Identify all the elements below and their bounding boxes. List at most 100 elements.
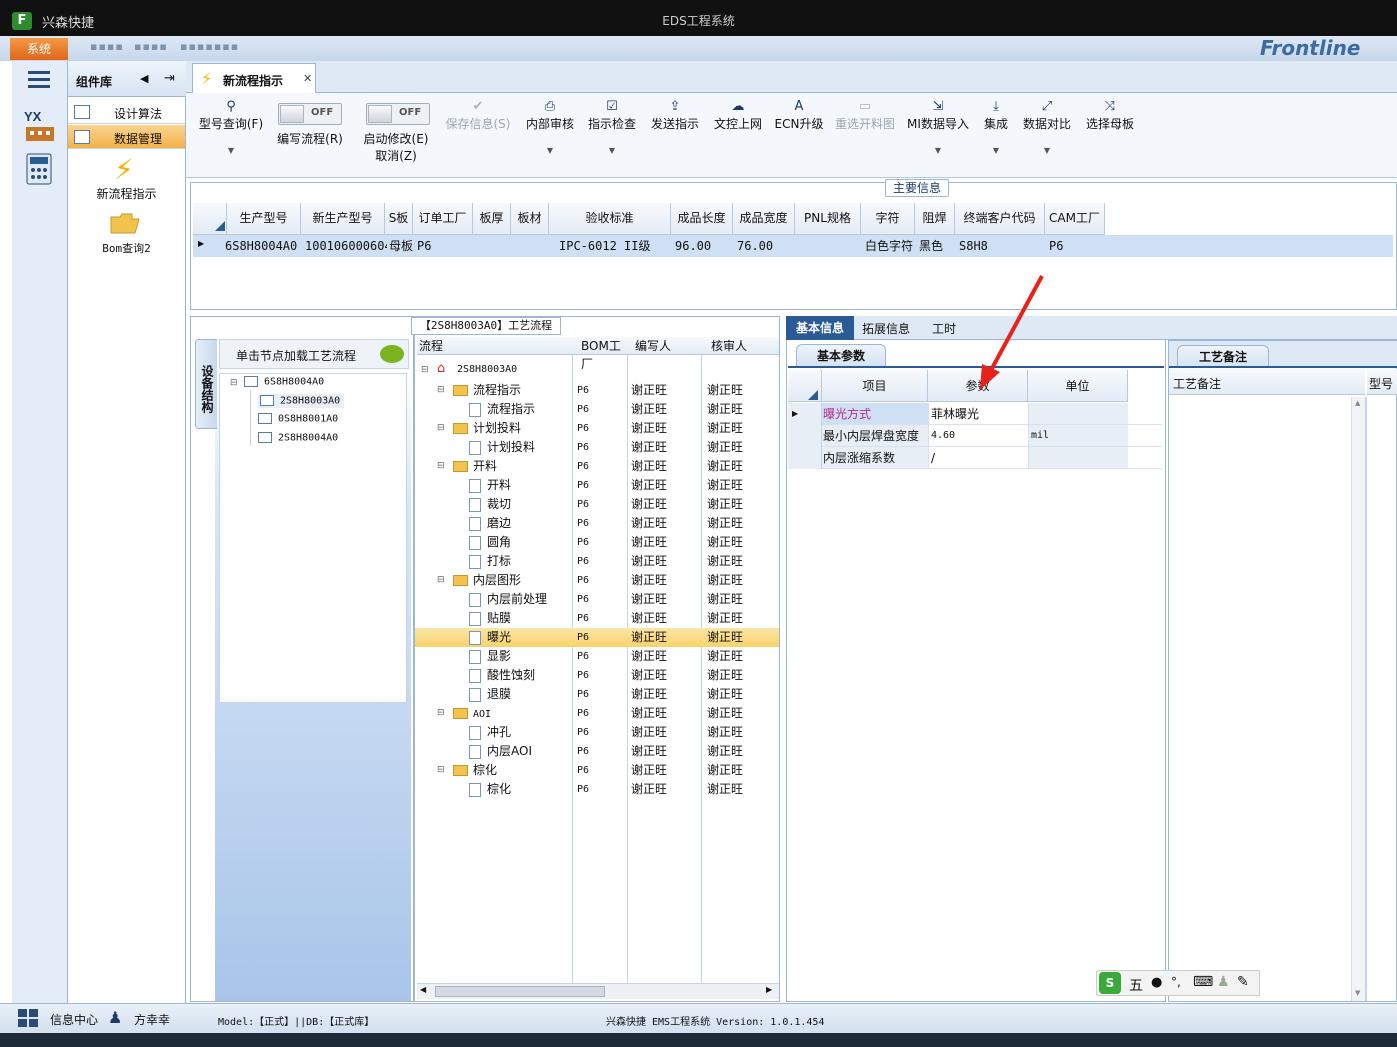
system-menu-button[interactable]: 系统	[10, 38, 68, 60]
collapse-icon[interactable]: ⊟	[437, 571, 445, 590]
process-row[interactable]: 贴膜 P6 谢正旺 谢正旺	[415, 609, 779, 628]
process-row[interactable]: ⊟ 棕化 P6 谢正旺 谢正旺	[415, 761, 779, 780]
process-row[interactable]: 内层前处理 P6 谢正旺 谢正旺	[415, 590, 779, 609]
user-icon[interactable]: ♟	[1217, 974, 1230, 990]
param-value[interactable]: /	[928, 447, 1028, 468]
table-cell[interactable]: P6	[1049, 235, 1107, 257]
process-row[interactable]: 酸性蚀刻 P6 谢正旺 谢正旺	[415, 666, 779, 685]
param-value[interactable]: 菲林曝光	[928, 403, 1028, 424]
vertical-scrollbar[interactable]: ▲ ▼	[1351, 397, 1365, 1001]
col-header[interactable]: 字符	[861, 203, 915, 235]
table-cell[interactable]	[515, 235, 551, 257]
table-cell[interactable]: 黑色	[919, 235, 957, 257]
basic-params-tab[interactable]: 基本参数	[796, 344, 886, 366]
scrollbar-thumb[interactable]	[435, 986, 605, 997]
col-header[interactable]: 板厚	[473, 203, 511, 235]
process-row[interactable]: ⊟ AOI P6 谢正旺 谢正旺	[415, 704, 779, 723]
lightning-icon[interactable]: ⚡	[114, 153, 134, 186]
open-folder-icon[interactable]	[110, 211, 140, 238]
col-header[interactable]: 验收标准	[549, 203, 671, 235]
tab-work-hours[interactable]: 工时	[932, 320, 956, 337]
tab-extended-info[interactable]: 拓展信息	[862, 320, 910, 337]
nav-item-data-management[interactable]: 数据管理	[68, 125, 185, 149]
table-cell[interactable]: 母板	[389, 235, 415, 257]
process-row[interactable]: 曝光 P6 谢正旺 谢正旺	[415, 628, 779, 647]
send-instruction-button[interactable]: ⇪ 发送指示	[646, 99, 704, 132]
scroll-down-icon[interactable]: ▼	[1355, 989, 1360, 997]
ecn-upgrade-button[interactable]: A ECN升级	[772, 99, 826, 132]
collapse-left-icon[interactable]: ◀	[140, 72, 148, 85]
collapse-icon[interactable]: ⊟	[437, 761, 445, 780]
windows-grid-icon[interactable]	[18, 1009, 40, 1029]
select-motherboard-button[interactable]: ⤨ 选择母板	[1082, 99, 1138, 132]
launcher-new-process[interactable]: 新流程指示	[68, 185, 185, 202]
process-row[interactable]: 棕化 P6 谢正旺 谢正旺	[415, 780, 779, 799]
horizontal-scrollbar[interactable]: ◀ ▶	[417, 983, 779, 999]
table-cell[interactable]: IPC-6012 II级	[559, 235, 679, 257]
process-row[interactable]: 显影 P6 谢正旺 谢正旺	[415, 647, 779, 666]
param-row[interactable]: 内层涨缩系数 /	[788, 447, 1162, 469]
col-header[interactable]: 新生产型号	[301, 203, 385, 235]
tab-device-structure[interactable]: 设备结构	[195, 339, 217, 429]
tree-node-child[interactable]: 2S8H8004A0	[258, 432, 338, 444]
dropdown-arrow-icon[interactable]: ▼	[1020, 146, 1074, 155]
scroll-up-icon[interactable]: ▲	[1355, 399, 1360, 407]
table-cell[interactable]: 76.00	[737, 235, 797, 257]
process-row[interactable]: 圆角 P6 谢正旺 谢正旺	[415, 533, 779, 552]
calculator-icon[interactable]	[24, 153, 54, 187]
process-row[interactable]: 磨边 P6 谢正旺 谢正旺	[415, 514, 779, 533]
process-row[interactable]: 内层AOI P6 谢正旺 谢正旺	[415, 742, 779, 761]
col-header[interactable]: 终端客户代码	[955, 203, 1045, 235]
process-row[interactable]: 冲孔 P6 谢正旺 谢正旺	[415, 723, 779, 742]
write-process-toggle[interactable]: OFF	[278, 103, 342, 125]
table-cell[interactable]: S8H8	[959, 235, 1047, 257]
process-row[interactable]: 开料 P6 谢正旺 谢正旺	[415, 476, 779, 495]
nav-item-design-algorithm[interactable]: 设计算法	[68, 100, 185, 124]
hamburger-icon[interactable]	[28, 71, 50, 89]
process-row[interactable]: ⊟ 内层图形 P6 谢正旺 谢正旺	[415, 571, 779, 590]
integrate-button[interactable]: ⤓ 集成 ▼	[978, 99, 1014, 155]
table-cell[interactable]: P6	[417, 235, 475, 257]
process-row[interactable]: 流程指示 P6 谢正旺 谢正旺	[415, 400, 779, 419]
dropdown-arrow-icon[interactable]: ▼	[906, 146, 970, 155]
save-info-button[interactable]: ✔ 保存信息(S)	[442, 99, 514, 132]
col-header[interactable]: 生产型号	[227, 203, 301, 235]
info-center-link[interactable]: 信息中心	[50, 1011, 98, 1028]
col-header[interactable]: CAM工厂	[1045, 203, 1105, 235]
wrench-icon[interactable]: ✎	[1237, 974, 1249, 990]
scroll-left-icon[interactable]: ◀	[420, 985, 426, 994]
param-value[interactable]: 4.60	[928, 425, 1028, 446]
ime-mode[interactable]: 五	[1129, 975, 1143, 995]
col-header[interactable]: 订单工厂	[413, 203, 473, 235]
cancel-label[interactable]: 取消(Z)	[356, 147, 436, 164]
collapse-icon[interactable]: ⊟	[230, 378, 238, 388]
process-row[interactable]: ⊟ 开料 P6 谢正旺 谢正旺	[415, 457, 779, 476]
enable-edit-toggle[interactable]: OFF	[366, 103, 430, 125]
close-icon[interactable]: ✕	[303, 72, 312, 85]
table-cell[interactable]	[799, 235, 863, 257]
dropdown-arrow-icon[interactable]: ▼	[196, 146, 266, 155]
document-online-button[interactable]: ☁ 文控上网	[710, 99, 766, 132]
col-header[interactable]: S板	[385, 203, 413, 235]
table-cell[interactable]: 6S8H8004A0	[225, 235, 297, 257]
sogou-icon[interactable]: S	[1099, 972, 1121, 994]
pin-icon[interactable]: ⇥	[164, 71, 175, 86]
process-row[interactable]: ⊟ 流程指示 P6 谢正旺 谢正旺	[415, 381, 779, 400]
col-header[interactable]: 阻焊	[915, 203, 955, 235]
table-cell[interactable]: 白色字符	[865, 235, 917, 257]
collapse-icon[interactable]: ⊟	[437, 419, 445, 438]
collapse-icon[interactable]: ⊟	[437, 704, 445, 723]
col-header[interactable]: 成品长度	[671, 203, 733, 235]
process-row[interactable]: ⊟ 计划投料 P6 谢正旺 谢正旺	[415, 419, 779, 438]
tree-node-child[interactable]: 2S8H8003A0	[258, 394, 345, 408]
factory-icon[interactable]: YX	[24, 107, 56, 143]
table-cell[interactable]: 96.00	[675, 235, 735, 257]
internal-review-button[interactable]: ⎙ 内部审核 ▼	[522, 99, 578, 155]
ime-toolbar[interactable]: S 五 ● °, ⌨ ♟ ✎	[1096, 970, 1260, 996]
keyboard-icon[interactable]: ⌨	[1193, 974, 1213, 990]
table-cell[interactable]	[477, 235, 513, 257]
col-header[interactable]: PNL规格	[795, 203, 861, 235]
process-row[interactable]: 退膜 P6 谢正旺 谢正旺	[415, 685, 779, 704]
model-query-button[interactable]: ⚲ 型号查询(F) ▼	[196, 99, 266, 155]
reselect-cutting-button[interactable]: ▭ 重选开料图	[832, 99, 898, 132]
